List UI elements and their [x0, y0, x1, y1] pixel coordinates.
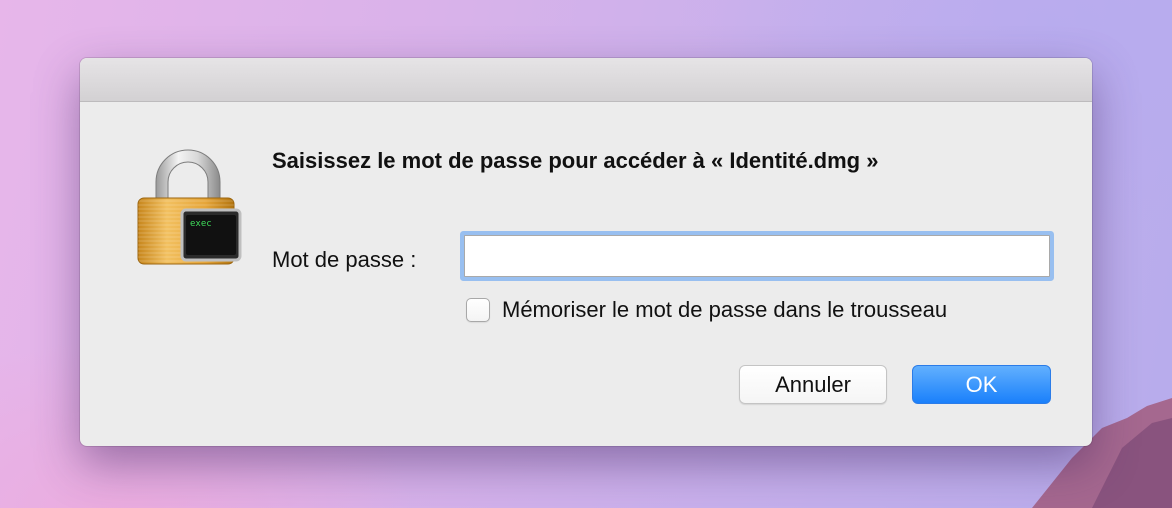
password-dialog: exec Saisissez le mot de passe pour accé… — [80, 58, 1092, 446]
password-label: Mot de passe : — [272, 247, 417, 272]
password-input[interactable] — [464, 235, 1050, 277]
remember-label: Mémoriser le mot de passe dans le trouss… — [502, 297, 948, 322]
ok-button[interactable]: OK — [912, 365, 1051, 404]
remember-in-keychain-option[interactable]: Mémoriser le mot de passe dans le trouss… — [466, 297, 947, 323]
dialog-titlebar — [80, 58, 1092, 102]
remember-checkbox[interactable] — [466, 298, 490, 322]
terminal-badge-text: exec — [190, 219, 212, 229]
padlock-terminal-icon: exec — [137, 149, 242, 265]
cancel-button[interactable]: Annuler — [739, 365, 887, 404]
dialog-title: Saisissez le mot de passe pour accéder à… — [272, 148, 879, 173]
